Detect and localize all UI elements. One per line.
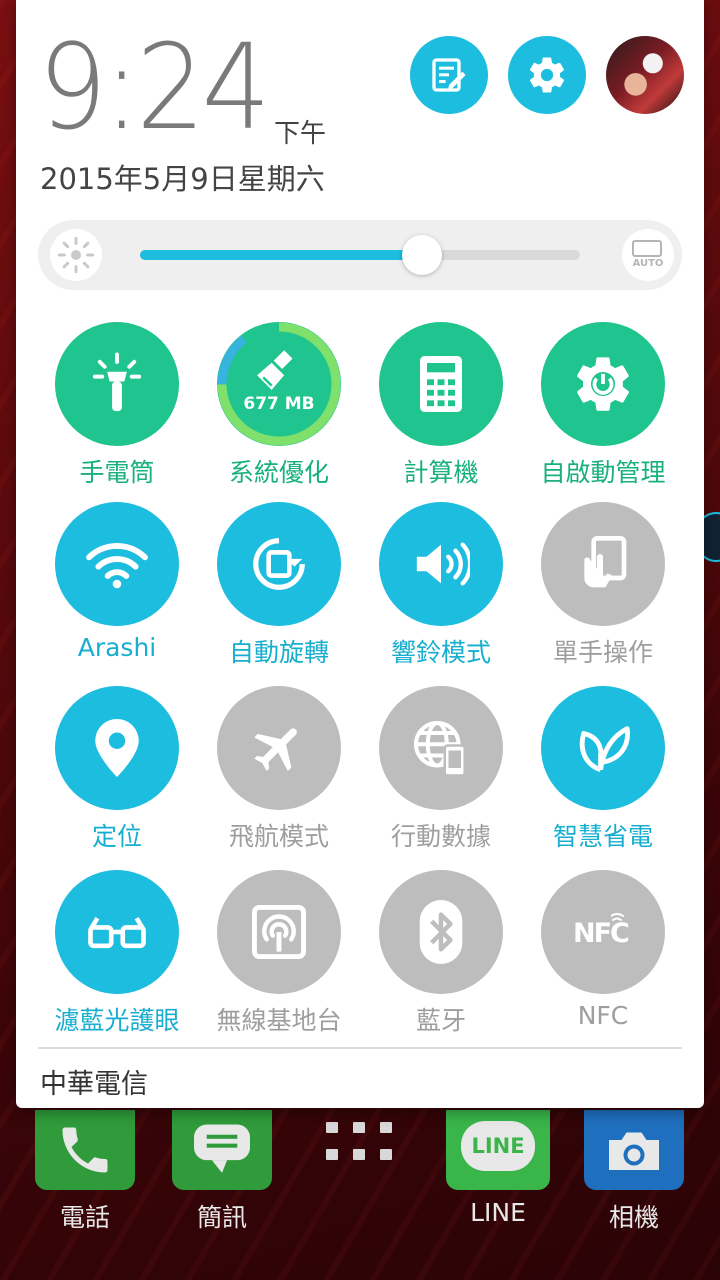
- hotspot-icon: [252, 905, 306, 959]
- tile-mobile-data[interactable]: 行動數據: [360, 686, 522, 856]
- tile-auto-rotate-label: 自動旋轉: [228, 638, 329, 667]
- tile-power-saver[interactable]: 智慧省電: [522, 686, 684, 856]
- tile-calculator[interactable]: 計算機: [360, 322, 522, 492]
- tile-bluetooth-button[interactable]: [379, 870, 503, 994]
- line-icon-text: LINE: [471, 1134, 525, 1158]
- tile-calculator-button[interactable]: [379, 322, 503, 446]
- edit-button[interactable]: [410, 36, 488, 114]
- brightness-slider-thumb[interactable]: [402, 235, 442, 275]
- rotate-icon: [253, 538, 305, 590]
- camera-icon: [609, 1132, 659, 1170]
- tile-mobile-data-label: 行動數據: [390, 822, 491, 851]
- auto-brightness-icon: [632, 240, 662, 257]
- memory-freed-text: 677 MB: [243, 394, 315, 414]
- tile-auto-rotate[interactable]: 自動旋轉: [198, 502, 360, 672]
- tile-hotspot[interactable]: 無線基地台: [198, 870, 360, 1040]
- auto-brightness-button[interactable]: AUTO: [622, 229, 674, 281]
- dock-label-camera: 相機: [608, 1203, 659, 1232]
- tile-blue-light-filter-button[interactable]: [55, 870, 179, 994]
- tile-wifi-label: Arashi: [77, 633, 157, 662]
- tile-ring-mode-button[interactable]: [379, 502, 503, 626]
- nfc-icon: NFC: [573, 912, 633, 952]
- tile-bluetooth-label: 藍牙: [415, 1006, 466, 1035]
- leaf-icon: [579, 726, 630, 773]
- brightness-bar: AUTO: [38, 220, 682, 290]
- tile-location-button[interactable]: [55, 686, 179, 810]
- quick-settings-panel: 9:24 下午 2015年5月9日星期六 AUTO 手電筒 677 MB 系統優…: [16, 0, 704, 1108]
- brightness-slider[interactable]: [140, 235, 580, 275]
- tile-flashlight-button[interactable]: [55, 322, 179, 446]
- messages-icon: [194, 1124, 250, 1173]
- tile-ring-mode-label: 響鈴模式: [390, 638, 491, 667]
- settings-button[interactable]: [508, 36, 586, 114]
- tile-airplane-label: 飛航模式: [228, 822, 329, 851]
- phone-app-icon[interactable]: [35, 1110, 135, 1190]
- phone-icon: [62, 1127, 108, 1173]
- one-hand-icon: [584, 536, 627, 588]
- calculator-icon: [420, 356, 462, 412]
- messages-app-icon[interactable]: [172, 1110, 272, 1190]
- date-text: 2015年5月9日星期六: [40, 162, 325, 196]
- location-pin-icon: [95, 719, 139, 777]
- tile-mobile-data-button[interactable]: [379, 686, 503, 810]
- brightness-slider-fill: [140, 250, 422, 260]
- line-icon: LINE: [461, 1121, 535, 1171]
- broom-icon: [257, 350, 293, 390]
- auto-brightness-label: AUTO: [632, 258, 664, 269]
- tile-auto-rotate-button[interactable]: [217, 502, 341, 626]
- edit-icon: [432, 58, 466, 92]
- wifi-icon: [86, 542, 148, 589]
- clock-ampm: 下午: [274, 119, 327, 149]
- user-avatar[interactable]: [606, 36, 684, 114]
- mobile-data-icon: [414, 721, 466, 777]
- tile-power-saver-button[interactable]: [541, 686, 665, 810]
- tile-auto-start-label: 自啟動管理: [540, 458, 666, 487]
- tile-airplane-button[interactable]: [217, 686, 341, 810]
- auto-start-gear-icon: [577, 357, 629, 411]
- tile-location-label: 定位: [91, 822, 142, 851]
- tile-one-hand-label: 單手操作: [552, 638, 653, 667]
- gear-icon: [529, 57, 565, 93]
- tile-flashlight-label: 手電筒: [79, 458, 155, 487]
- tile-hotspot-button[interactable]: [217, 870, 341, 994]
- tile-one-hand[interactable]: 單手操作: [522, 502, 684, 672]
- tile-auto-start-button[interactable]: [541, 322, 665, 446]
- tile-system-optimize[interactable]: 677 MB 系統優化: [198, 322, 360, 492]
- camera-app-icon[interactable]: [584, 1110, 684, 1190]
- tile-nfc[interactable]: NFC NFC: [522, 870, 684, 1040]
- tile-ring-mode[interactable]: 響鈴模式: [360, 502, 522, 672]
- volume-icon: [416, 542, 470, 586]
- glasses-icon: [88, 916, 146, 949]
- tile-nfc-label: NFC: [577, 1001, 629, 1030]
- tile-calculator-label: 計算機: [403, 458, 479, 487]
- tile-flashlight[interactable]: 手電筒: [36, 322, 198, 492]
- tile-blue-light-filter[interactable]: 濾藍光護眼: [36, 870, 198, 1040]
- panel-divider: [38, 1047, 682, 1049]
- brightness-sun-icon: [50, 229, 102, 281]
- flashlight-icon: [92, 352, 142, 412]
- airplane-icon: [254, 728, 297, 771]
- tile-auto-start[interactable]: 自啟動管理: [522, 322, 684, 492]
- tile-blue-light-filter-label: 濾藍光護眼: [54, 1006, 180, 1035]
- tile-airplane[interactable]: 飛航模式: [198, 686, 360, 856]
- tile-wifi-button[interactable]: [55, 502, 179, 626]
- tile-one-hand-button[interactable]: [541, 502, 665, 626]
- tile-system-optimize-label: 系統優化: [228, 458, 329, 487]
- clock-time: 9:24: [38, 18, 271, 156]
- line-app-icon[interactable]: LINE: [446, 1110, 550, 1190]
- tile-location[interactable]: 定位: [36, 686, 198, 856]
- tile-hotspot-label: 無線基地台: [216, 1006, 342, 1035]
- tile-power-saver-label: 智慧省電: [552, 822, 653, 851]
- tile-nfc-button[interactable]: NFC: [541, 870, 665, 994]
- tile-system-optimize-button[interactable]: 677 MB: [217, 322, 341, 446]
- tile-bluetooth[interactable]: 藍牙: [360, 870, 522, 1040]
- dock-label-line: LINE: [470, 1198, 526, 1227]
- tile-wifi[interactable]: Arashi: [36, 502, 198, 672]
- app-drawer-icon[interactable]: [326, 1122, 392, 1164]
- bluetooth-icon: [419, 900, 463, 964]
- dock-label-phone: 電話: [59, 1203, 110, 1232]
- carrier-name: 中華電信: [40, 1069, 148, 1100]
- dock-label-messages: 簡訊: [196, 1203, 247, 1232]
